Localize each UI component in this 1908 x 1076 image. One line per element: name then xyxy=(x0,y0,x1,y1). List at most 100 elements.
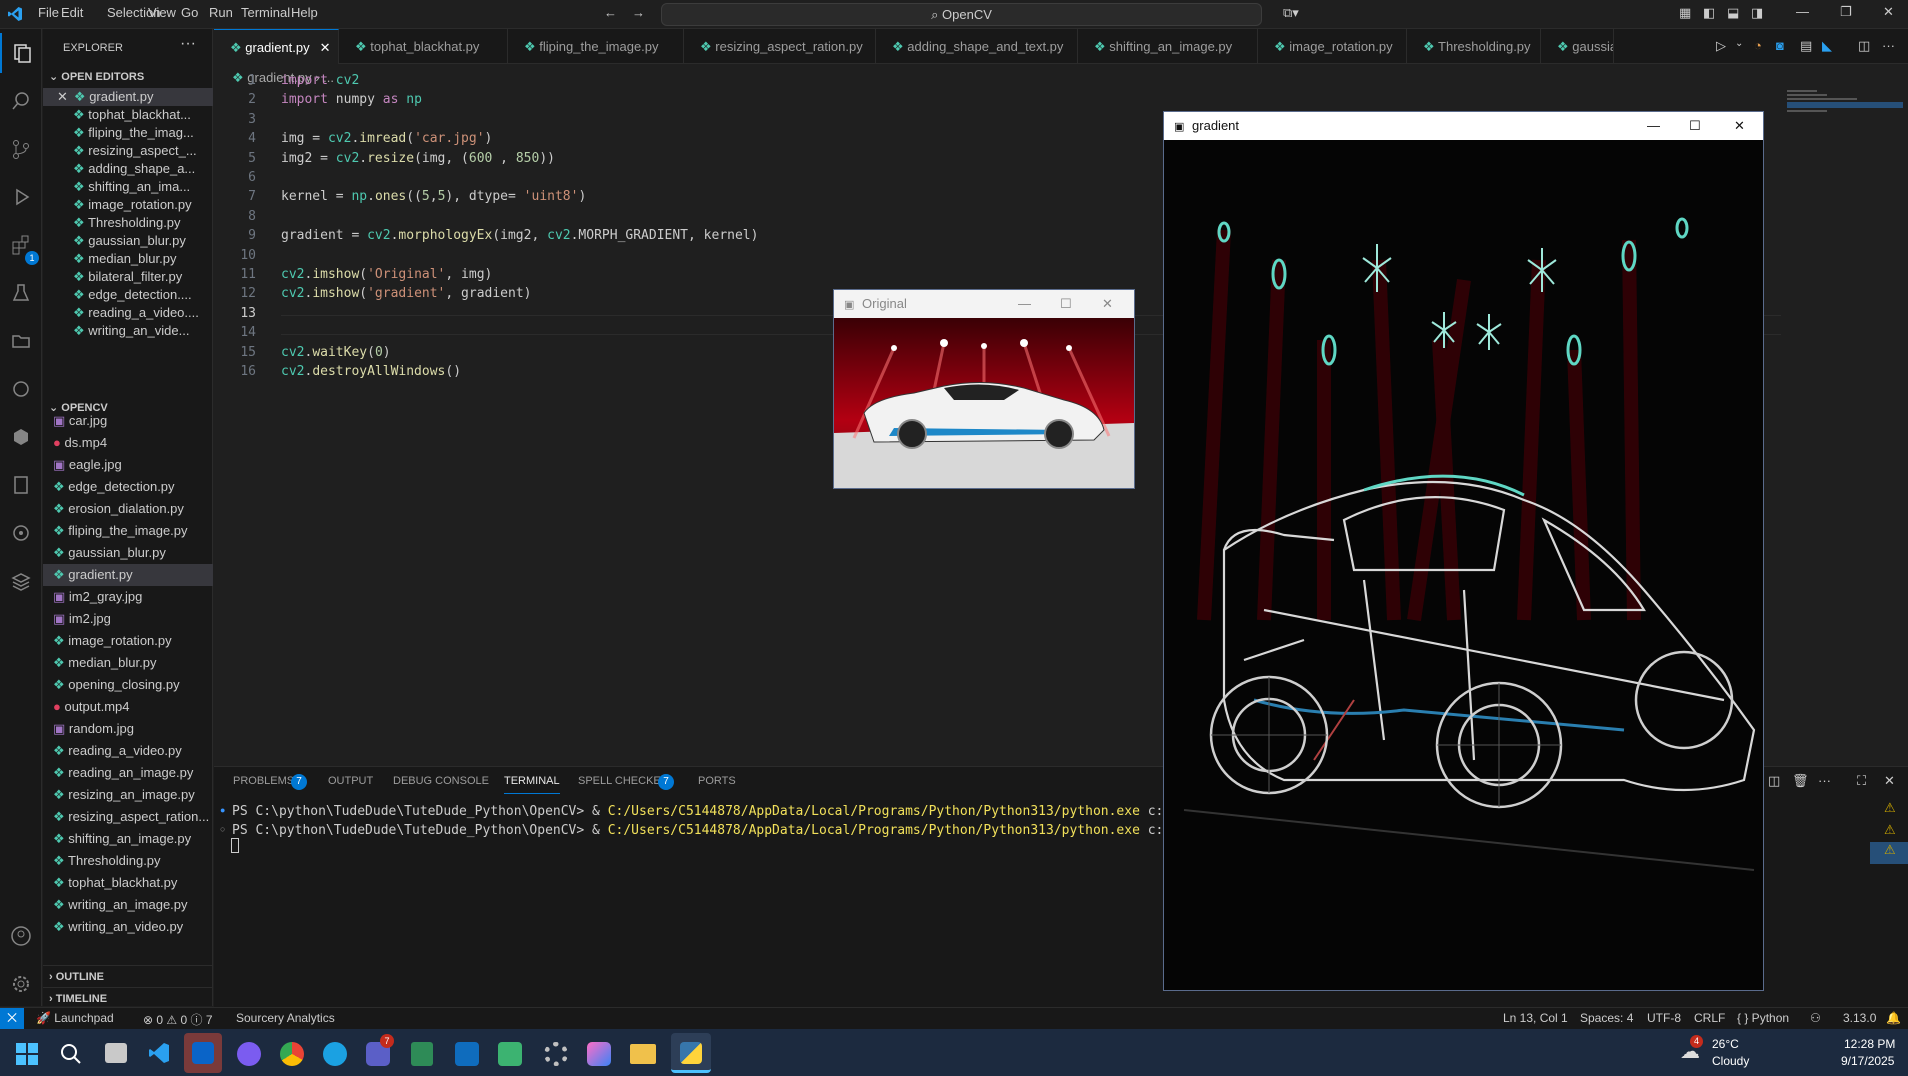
original-window-titlebar[interactable]: ▣ Original — ☐ ✕ xyxy=(834,290,1134,318)
open-changes-icon[interactable]: ▤ xyxy=(1800,38,1812,54)
toggle-sidebar-icon[interactable]: ◧ xyxy=(1703,5,1715,21)
tab-7[interactable]: ❖ image_rotation.py xyxy=(1258,29,1407,64)
run-debug-icon[interactable] xyxy=(0,177,42,217)
menu-go[interactable]: Go xyxy=(181,5,198,20)
tab-4[interactable]: ❖ resizing_aspect_ration.py xyxy=(684,29,876,64)
file-item[interactable]: ● output.mp4 xyxy=(43,696,213,718)
extensions-icon[interactable]: 1 xyxy=(0,225,42,265)
tab-9[interactable]: ❖ gaussian_blur xyxy=(1541,29,1614,64)
launchpad-status[interactable]: 🚀 Launchpad xyxy=(36,1011,114,1025)
search-icon[interactable] xyxy=(0,81,42,121)
command-decoration-icon[interactable]: ● xyxy=(220,805,225,815)
code-line[interactable]: img2 = cv2.resize(img, (600 , 850)) xyxy=(281,151,555,166)
testing-icon[interactable] xyxy=(0,273,42,313)
panel-tab-terminal[interactable]: TERMINAL xyxy=(504,775,560,794)
trash-icon[interactable]: 🗑 xyxy=(1792,773,1809,789)
settings-taskbar-icon[interactable] xyxy=(544,1042,568,1066)
file-item[interactable]: ▣ car.jpg xyxy=(43,410,213,432)
weather-icon[interactable]: ☁ 4 xyxy=(1680,1035,1704,1063)
panel-tab-output[interactable]: OUTPUT xyxy=(328,775,373,787)
open-editor-item[interactable]: ❖ adding_shape_a... xyxy=(43,160,213,178)
open-editor-item[interactable]: ❖ resizing_aspect_... xyxy=(43,142,213,160)
split-terminal-icon[interactable]: ◫ xyxy=(1768,773,1780,789)
close-icon[interactable]: ✕ xyxy=(1102,290,1113,318)
layers-icon[interactable] xyxy=(0,561,42,601)
toggle-panel-icon[interactable]: ⬓ xyxy=(1727,5,1739,21)
copilot-status-icon[interactable]: ⚇ xyxy=(1810,1011,1821,1025)
tab-8[interactable]: ❖ Thresholding.py xyxy=(1407,29,1541,64)
code-line[interactable]: kernel = np.ones((5,5), dtype= 'uint8') xyxy=(281,189,586,204)
file-item[interactable]: ❖ shifting_an_image.py xyxy=(43,828,213,850)
file-explorer-taskbar-icon[interactable] xyxy=(630,1044,656,1064)
open-editor-item[interactable]: ❖ fliping_the_imag... xyxy=(43,124,213,142)
file-item[interactable]: ❖ resizing_an_image.py xyxy=(43,784,213,806)
back-arrow-icon[interactable]: ← xyxy=(604,5,617,20)
notepad-taskbar-icon[interactable] xyxy=(411,1042,433,1066)
command-decoration-icon[interactable]: ○ xyxy=(220,824,225,834)
menu-file[interactable]: File xyxy=(38,5,59,20)
language-mode[interactable]: { } Python xyxy=(1737,1011,1789,1025)
menu-view[interactable]: View xyxy=(148,5,176,20)
copilot-taskbar-icon[interactable] xyxy=(237,1042,261,1066)
open-editor-item[interactable]: ✕ ❖ gradient.py xyxy=(43,88,213,106)
m365-taskbar-icon[interactable] xyxy=(587,1042,611,1066)
clock-date[interactable]: 9/17/2025 xyxy=(1841,1054,1894,1068)
command-center-search[interactable]: ⌕ OpenCV xyxy=(661,3,1262,26)
encoding[interactable]: UTF-8 xyxy=(1647,1011,1681,1025)
source-control-icon[interactable] xyxy=(0,129,42,169)
open-editor-item[interactable]: ❖ median_blur.py xyxy=(43,250,213,268)
vscode-taskbar-icon[interactable] xyxy=(148,1042,170,1064)
file-item[interactable]: ● ds.mp4 xyxy=(43,432,213,454)
file-item[interactable]: ▣ random.jpg xyxy=(43,718,213,740)
folder-icon[interactable] xyxy=(0,321,42,361)
customize-layout-icon[interactable]: ▦ xyxy=(1679,5,1691,21)
outlook-taskbar-icon[interactable] xyxy=(184,1033,222,1073)
minimize-icon[interactable]: — xyxy=(1018,290,1031,318)
panel-tab-problems[interactable]: PROBLEMS xyxy=(233,775,294,787)
open-editor-item[interactable]: ❖ reading_a_video.... xyxy=(43,304,213,322)
edge-taskbar-icon[interactable] xyxy=(323,1042,347,1066)
close-icon[interactable]: ✕ xyxy=(57,89,68,104)
code-line[interactable]: cv2.destroyAllWindows() xyxy=(281,364,461,379)
minimap[interactable] xyxy=(1787,88,1903,128)
gradient-window-titlebar[interactable]: ▣ gradient — ☐ ✕ xyxy=(1164,112,1763,140)
file-item[interactable]: ❖ fliping_the_image.py xyxy=(43,520,213,542)
file-item[interactable]: ❖ reading_a_video.py xyxy=(43,740,213,762)
file-item[interactable]: ❖ gaussian_blur.py xyxy=(43,542,213,564)
tab-1[interactable]: ❖ gradient.py ✕ xyxy=(214,29,339,64)
tab-3[interactable]: ❖ fliping_the_image.py xyxy=(508,29,684,64)
close-tab-icon[interactable]: ✕ xyxy=(320,40,331,55)
minimize-icon[interactable]: — xyxy=(1647,112,1660,140)
remote-desktop-taskbar-icon[interactable] xyxy=(498,1042,522,1066)
file-item[interactable]: ▣ im2_gray.jpg xyxy=(43,586,213,608)
teams-taskbar-icon[interactable]: 7 xyxy=(366,1034,394,1066)
file-item[interactable]: ❖ writing_an_image.py xyxy=(43,894,213,916)
open-editor-item[interactable]: ❖ writing_an_vide... xyxy=(43,322,213,340)
code-line[interactable]: gradient = cv2.morphologyEx(img2, cv2.MO… xyxy=(281,228,758,243)
python-taskbar-icon[interactable] xyxy=(671,1033,711,1073)
file-item[interactable]: ❖ tophat_blackhat.py xyxy=(43,872,213,894)
remote-icon[interactable] xyxy=(0,369,42,409)
warning-icon[interactable]: ⚠ xyxy=(1884,800,1896,816)
close-window-icon[interactable]: ✕ xyxy=(1883,4,1894,20)
code-line[interactable]: import cv2 xyxy=(281,73,359,88)
problems-status[interactable]: ⊗ 0 ⚠ 0 ⓘ 7 xyxy=(143,1011,213,1028)
file-item[interactable]: ❖ edge_detection.py xyxy=(43,476,213,498)
file-item[interactable]: ❖ reading_an_image.py xyxy=(43,762,213,784)
open-editors-header[interactable]: ⌄ OPEN EDITORS xyxy=(43,66,213,88)
menu-help[interactable]: Help xyxy=(291,5,318,20)
cursor-position[interactable]: Ln 13, Col 1 xyxy=(1503,1011,1568,1025)
code-line[interactable]: cv2.imshow('Original', img) xyxy=(281,267,492,282)
open-editor-item[interactable]: ❖ shifting_an_ima... xyxy=(43,178,213,196)
notebook-icon[interactable] xyxy=(0,465,42,505)
open-editor-item[interactable]: ❖ tophat_blackhat... xyxy=(43,106,213,124)
restore-icon[interactable]: ❐ xyxy=(1840,4,1852,20)
outline-header[interactable]: › OUTLINE xyxy=(43,965,213,987)
python-version[interactable]: 3.13.0 xyxy=(1843,1011,1876,1025)
gitlens-icon[interactable] xyxy=(0,513,42,553)
tab-5[interactable]: ❖ adding_shape_and_text.py xyxy=(876,29,1078,64)
settings-gear-icon[interactable] xyxy=(0,964,42,1004)
tab-6[interactable]: ❖ shifting_an_image.py xyxy=(1078,29,1258,64)
panel-tab-debug-console[interactable]: DEBUG CONSOLE xyxy=(393,775,489,787)
menu-run[interactable]: Run xyxy=(209,5,233,20)
